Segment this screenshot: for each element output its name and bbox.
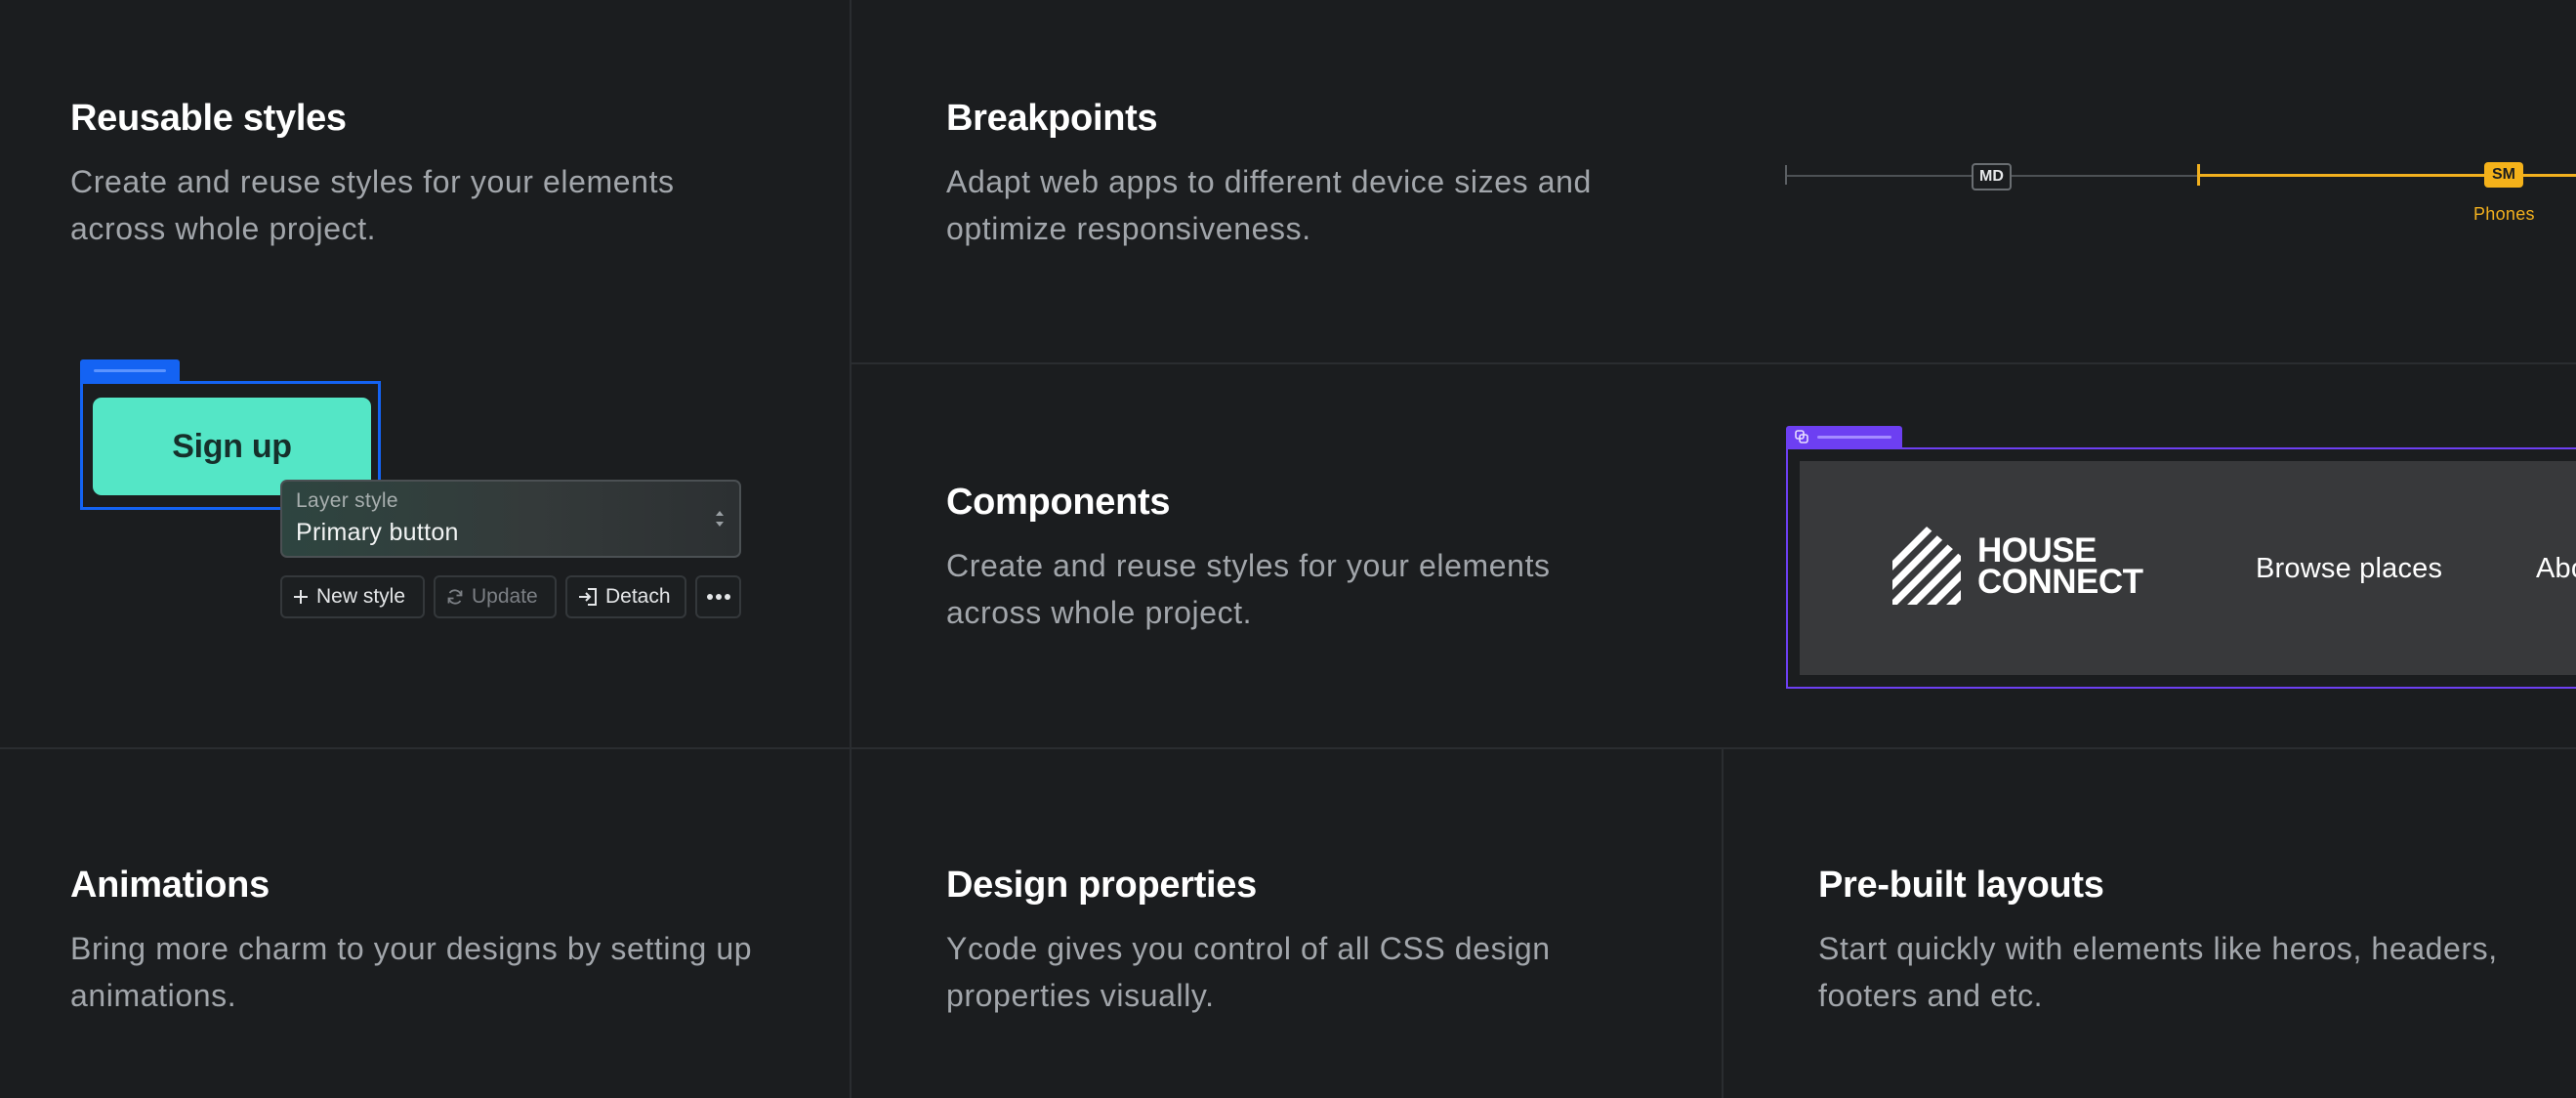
layer-style-label: Layer style [296,489,398,512]
update-label: Update [472,585,538,608]
nav-link-about[interactable]: Abo [2536,553,2576,585]
update-button[interactable]: Update [434,575,557,618]
feature-description: Ycode gives you control of all CSS desig… [946,931,1551,1013]
detach-label: Detach [605,585,671,608]
more-options-button[interactable] [695,575,741,618]
house-connect-logo-text: HOUSE CONNECT [1977,533,2143,601]
breakpoint-tick [1785,165,1787,185]
feature-description: Bring more charm to your designs by sett… [70,931,753,1013]
feature-description: Adapt web apps to different device sizes… [946,164,1592,246]
breakpoint-sm-caption: Phones [2473,204,2535,224]
divider-vertical-left [850,0,852,1098]
logo-line-2: CONNECT [1977,563,2143,601]
breakpoint-md-badge[interactable]: MD [1972,163,2012,190]
breakpoint-sm-badge[interactable]: SM [2484,162,2523,188]
new-style-button[interactable]: New style [280,575,425,618]
breakpoint-tick-active [2197,164,2200,186]
layer-style-value: Primary button [296,519,459,546]
divider-vertical-bottom [1722,749,1724,1098]
feature-title: Pre-built layouts [1818,865,2104,906]
new-style-label: New style [316,585,406,608]
feature-title: Breakpoints [946,98,1158,139]
divider-horizontal-top-right [852,362,2576,364]
select-arrows-icon [716,511,724,527]
component-link-icon [1795,430,1808,443]
layer-style-select[interactable]: Layer style Primary button [280,480,741,558]
feature-description: Start quickly with elements like heros, … [1818,931,2498,1013]
selection-tab [80,359,180,381]
house-logo-icon [1892,527,1961,605]
detach-icon [579,588,597,606]
feature-title: Animations [70,865,270,906]
detach-button[interactable]: Detach [565,575,686,618]
plus-icon [294,590,308,604]
nav-link-browse-places[interactable]: Browse places [2256,553,2442,585]
feature-title: Design properties [946,865,1257,906]
feature-description: Create and reuse styles for your element… [946,548,1551,630]
feature-title: Components [946,482,1171,523]
refresh-icon [447,589,463,605]
feature-title: Reusable styles [70,98,347,139]
feature-description: Create and reuse styles for your element… [70,164,675,246]
more-dots-icon [706,594,730,600]
divider-horizontal-middle [0,747,2576,749]
